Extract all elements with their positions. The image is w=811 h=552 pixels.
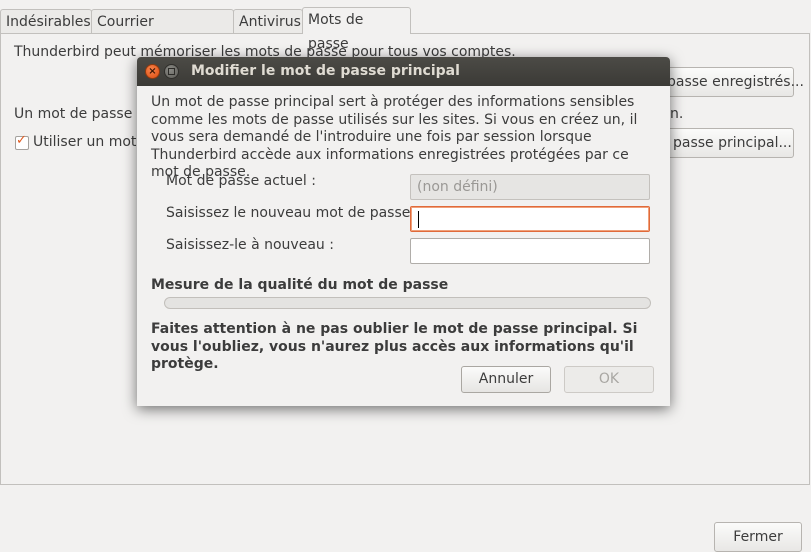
password-quality-meter <box>164 297 651 309</box>
new-password-label: Saisissez le nouveau mot de passe : <box>166 205 420 221</box>
close-icon[interactable]: × <box>145 64 160 79</box>
minimize-icon[interactable] <box>164 64 179 79</box>
confirm-password-label: Saisissez-le à nouveau : <box>166 237 334 253</box>
current-password-label: Mot de passe actuel : <box>166 173 316 189</box>
tab-scam[interactable]: Courrier frauduleux <box>91 9 234 54</box>
tab-antivirus[interactable]: Antivirus <box>233 9 303 33</box>
change-master-password-dialog: × Modifier le mot de passe principal Un … <box>137 57 670 406</box>
tab-junk[interactable]: Indésirables <box>0 9 92 33</box>
dialog-titlebar: × Modifier le mot de passe principal <box>137 57 670 86</box>
current-password-field: (non défini) <box>410 174 650 200</box>
close-button[interactable]: Fermer <box>714 522 802 552</box>
preferences-tabs: Indésirables Courrier frauduleux Antivir… <box>0 7 811 54</box>
confirm-password-input[interactable] <box>410 238 650 264</box>
dialog-intro-text: Un mot de passe principal sert à protége… <box>151 94 638 180</box>
tab-passwords[interactable]: Mots de passe <box>302 7 411 52</box>
password-quality-heading: Mesure de la qualité du mot de passe <box>151 277 449 293</box>
use-master-password-checkbox[interactable] <box>15 133 29 150</box>
change-master-password-button[interactable]: passe principal... <box>650 128 794 158</box>
text-caret <box>418 211 419 228</box>
ok-button[interactable]: OK <box>564 366 654 393</box>
dialog-title: Modifier le mot de passe principal <box>191 63 460 79</box>
master-password-text: Un mot de passe p <box>14 106 146 122</box>
master-password-text-end: n. <box>670 106 684 122</box>
saved-passwords-button[interactable]: passe enregistrés... <box>650 67 804 97</box>
cancel-button[interactable]: Annuler <box>461 366 551 393</box>
use-master-password-label[interactable]: Utiliser un mot d <box>33 134 150 150</box>
new-password-input[interactable] <box>410 206 650 232</box>
